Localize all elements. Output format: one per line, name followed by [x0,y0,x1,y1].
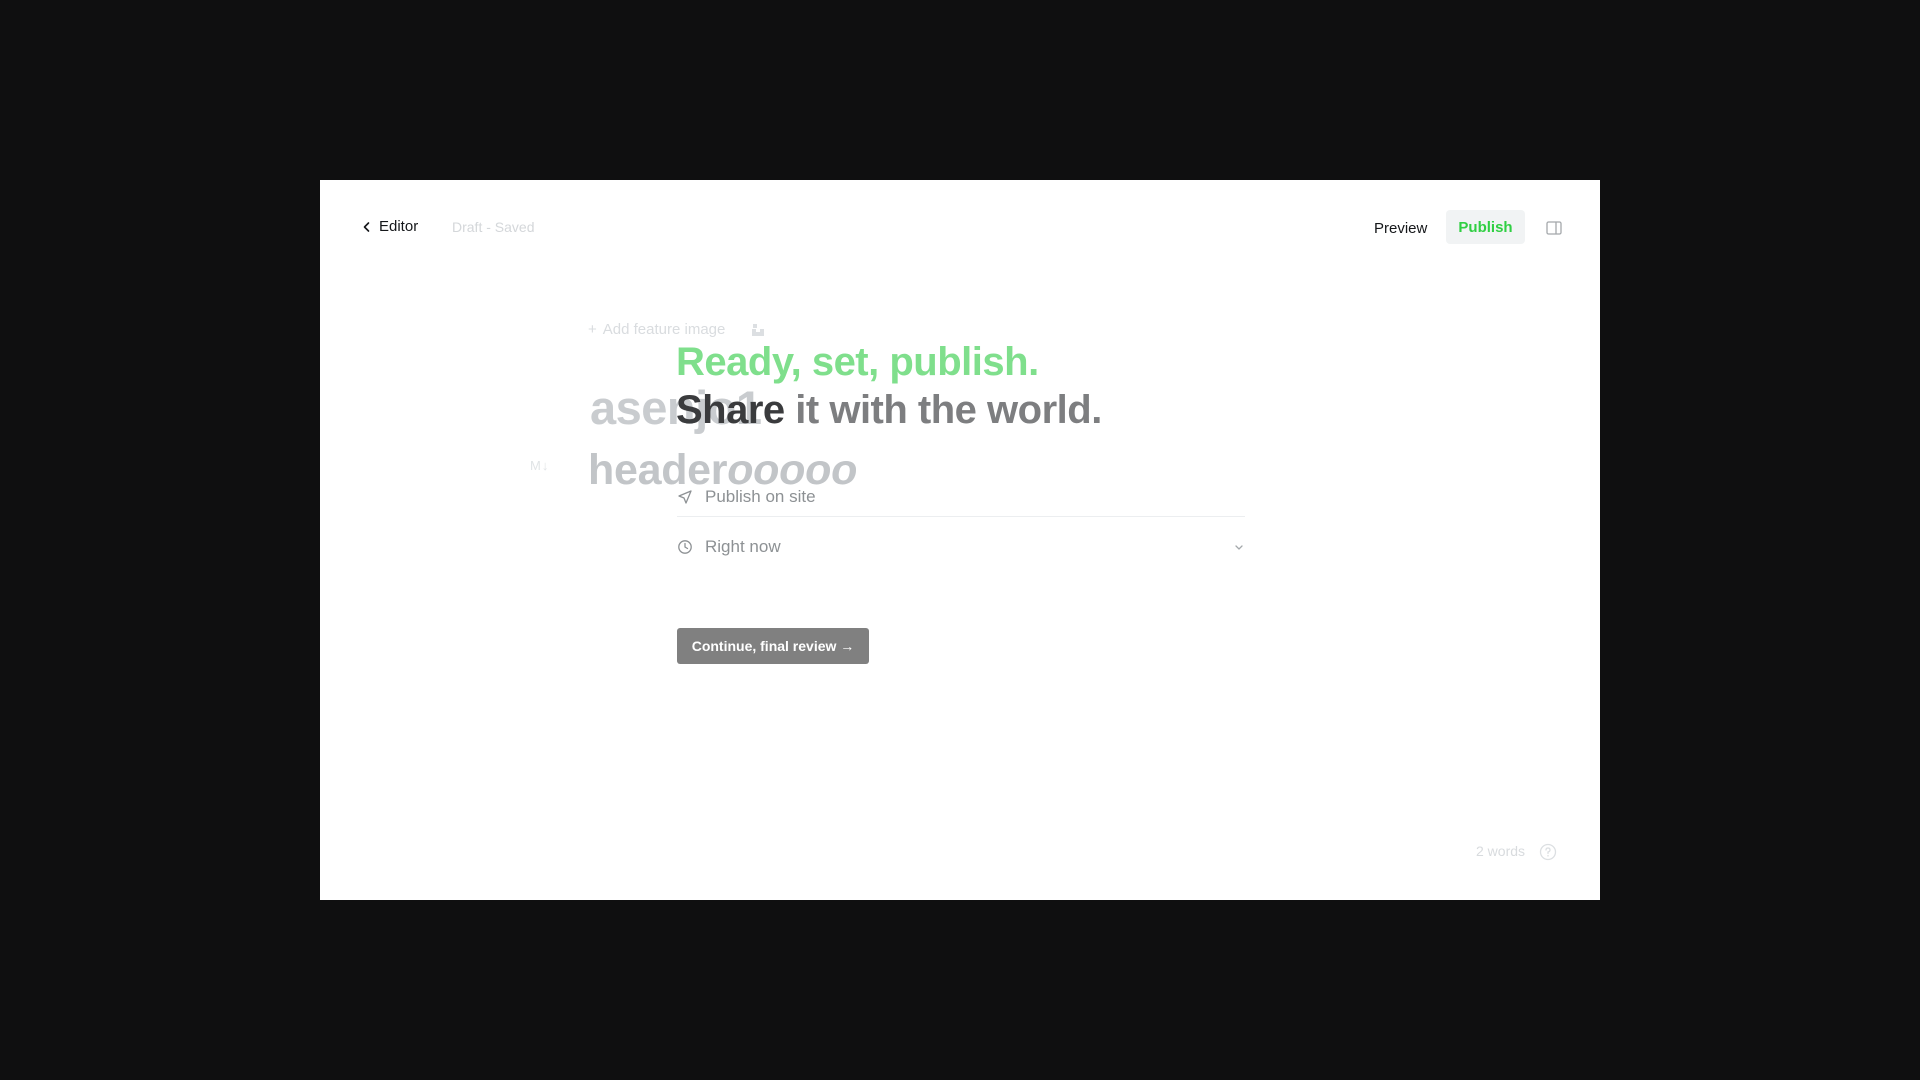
sidebar-toggle-icon[interactable] [1545,219,1563,237]
chevron-down-icon [1235,545,1243,550]
send-icon [678,490,692,504]
back-label: Editor [379,218,419,235]
feature-image-label: Add feature image [602,321,726,338]
plus-icon: + [588,321,597,338]
publish-subtitle: Share it with the world. [676,388,1102,433]
subtitle-emphasis: Share [676,388,785,432]
preview-button[interactable]: Preview [1364,211,1437,245]
continue-final-review-button[interactable]: Continue, final review → [677,628,869,664]
word-count: 2 words [1476,843,1526,859]
divider [677,516,1245,517]
publish-window: Editor Draft - Saved Preview Publish + A… [320,180,1600,900]
help-icon[interactable] [1539,843,1557,861]
markdown-icon: M↓ [530,458,550,473]
back-to-editor-button[interactable]: Editor [362,218,418,235]
publish-button[interactable]: Publish [1446,210,1525,244]
chevron-left-icon [363,221,370,232]
publish-type-option[interactable]: Publish on site [677,480,1245,514]
subtitle-rest: it with the world. [784,388,1102,432]
clock-icon [678,540,692,554]
publish-time-option[interactable]: Right now [677,530,1245,564]
image-icon[interactable] [750,322,766,338]
publish-type-label: Publish on site [705,487,816,506]
publish-time-label: Right now [705,537,781,556]
publish-title: Ready, set, publish. [676,340,1039,384]
add-feature-image-button[interactable]: + Add feature image [588,321,725,338]
draft-status: Draft - Saved [452,219,535,235]
